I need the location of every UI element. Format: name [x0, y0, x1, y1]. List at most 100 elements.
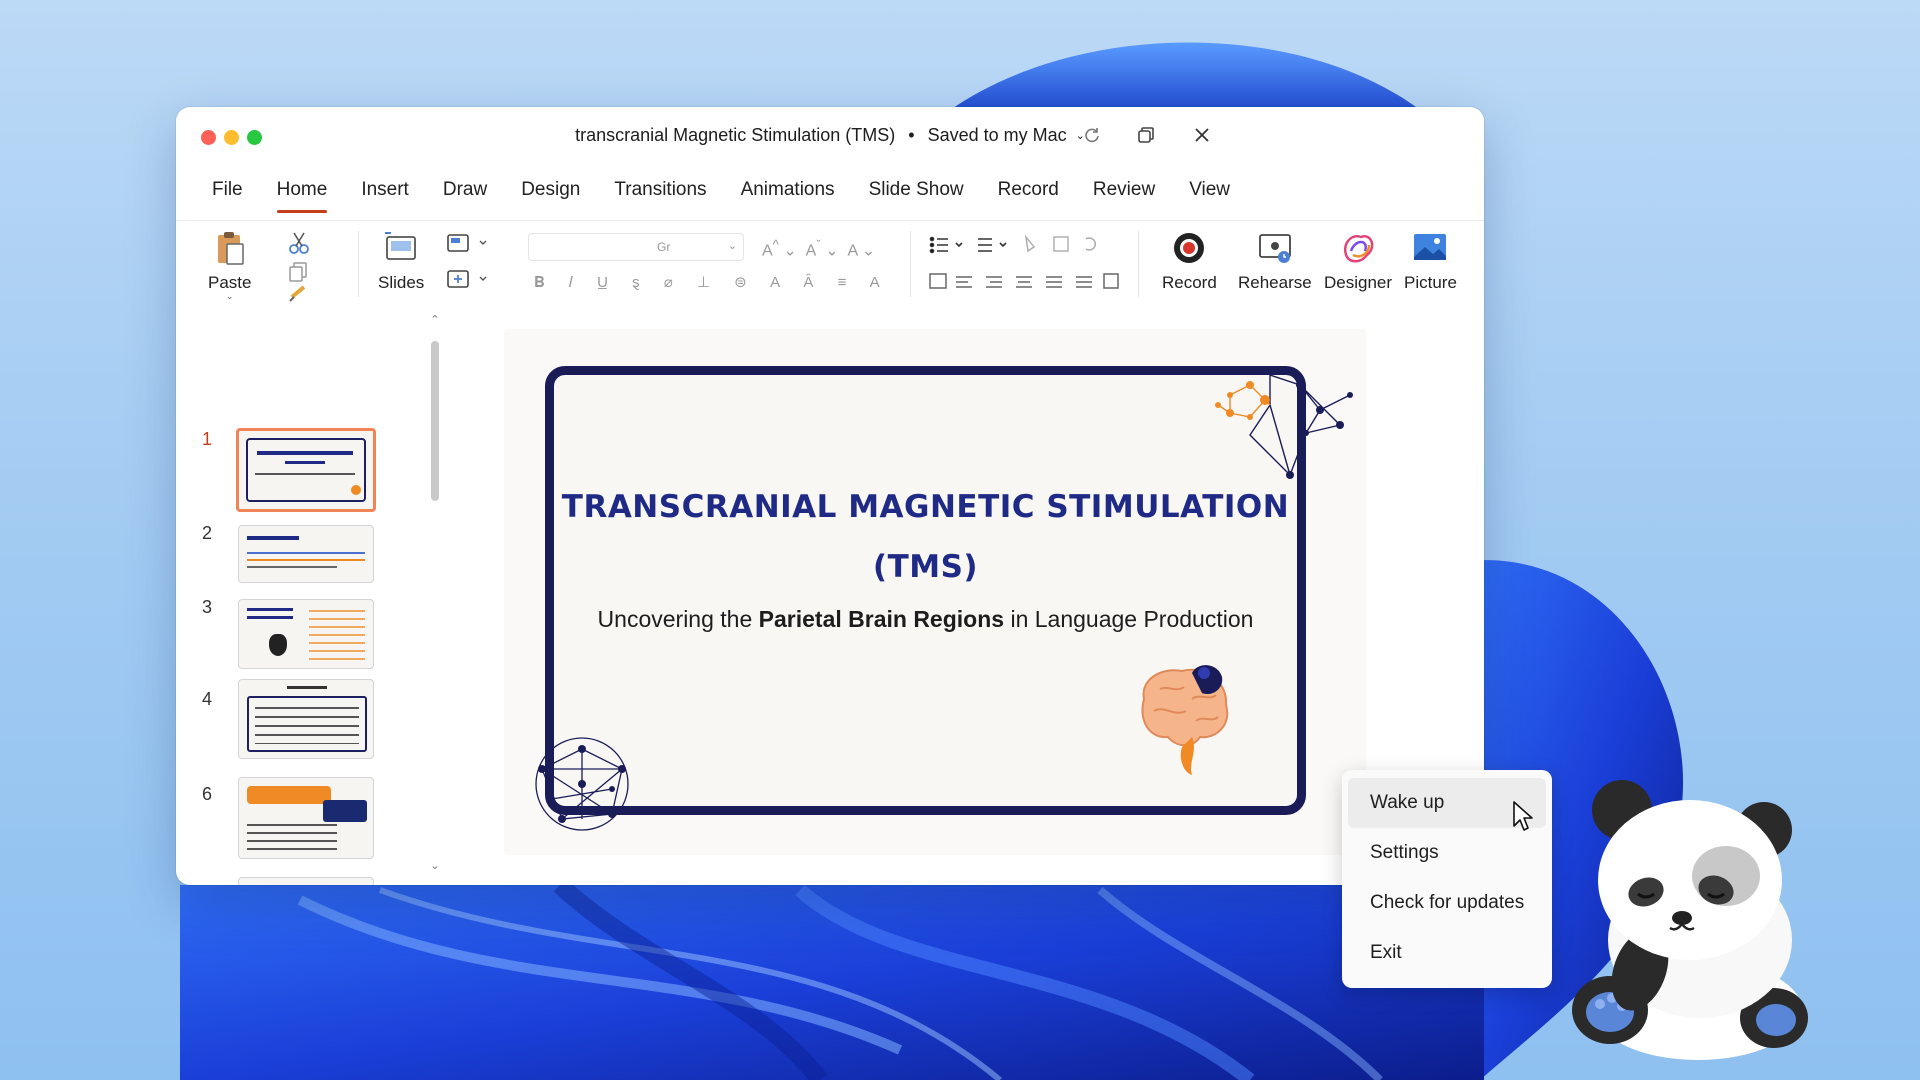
tab-file[interactable]: File	[212, 179, 243, 219]
tab-slide-show[interactable]: Slide Show	[869, 179, 964, 219]
ribbon-toolbar: Paste ⌄ Slides Gr ⌄ A^ ⌄ Aˇ ⌄ A ⌄ 𝐁 𝐼 U̲…	[176, 220, 1484, 310]
picture-label: Picture	[1404, 273, 1457, 292]
font-size-controls[interactable]: A^ ⌄ Aˇ ⌄ A ⌄	[762, 237, 875, 260]
slide-number: 4	[202, 689, 213, 709]
tab-view[interactable]: View	[1189, 179, 1230, 219]
tab-home[interactable]: Home	[276, 179, 327, 219]
ribbon-divider	[910, 231, 911, 297]
refresh-icon[interactable]	[1077, 121, 1107, 149]
slide-number: 6	[202, 784, 213, 804]
font-name-dropdown[interactable]: Gr ⌄	[528, 233, 744, 261]
record-button[interactable]: Record	[1162, 229, 1217, 293]
ribbon-divider	[358, 231, 359, 297]
thumbnail-text-block	[247, 824, 337, 852]
slide-number: 2	[202, 523, 213, 543]
rehearse-icon	[1258, 234, 1291, 263]
thumbnail-title-line	[287, 686, 327, 689]
slide-thumbnail-1[interactable]	[236, 428, 376, 512]
clipboard-icon	[217, 232, 244, 265]
menu-item-check-for-updates[interactable]: Check for updates	[1348, 878, 1546, 928]
slides-label: Slides	[378, 273, 425, 292]
copy-icon	[289, 262, 307, 282]
chevron-down-icon: ⌄	[225, 291, 234, 301]
tab-design[interactable]: Design	[521, 179, 580, 219]
slide-title[interactable]: TRANSCRANIAL MAGNETIC STIMULATION (TMS)	[554, 477, 1297, 597]
designer-label: Designer	[1324, 273, 1393, 292]
thumbnail-head-graphic	[269, 634, 287, 656]
slide-subtitle[interactable]: Uncovering the Parietal Brain Regions in…	[554, 606, 1297, 633]
slides-icon	[385, 232, 417, 260]
thumbnail-text-line	[247, 552, 365, 554]
designer-button[interactable]: Designer	[1324, 229, 1392, 293]
scroll-down-icon[interactable]: ⌄	[428, 859, 442, 872]
chevron-down-icon: ⌄	[727, 240, 737, 252]
document-title[interactable]: transcranial Magnetic Stimulation (TMS) …	[176, 125, 1484, 146]
ribbon-tabs: File Home Insert Draw Design Transitions…	[212, 179, 1264, 219]
thumbnail-text-block	[247, 696, 367, 752]
slide-canvas[interactable]: TRANSCRANIAL MAGNETIC STIMULATION (TMS) …	[504, 329, 1366, 855]
alignment-buttons[interactable]	[928, 271, 1128, 298]
restore-window-icon[interactable]	[1131, 121, 1161, 149]
subtitle-suffix: in Language Production	[1004, 606, 1254, 632]
font-name-value: Gr	[657, 240, 671, 254]
thumbnail-banner	[247, 786, 331, 804]
thumbnail-title-line	[285, 461, 325, 464]
thumbnail-title-line	[247, 616, 293, 619]
slide-thumbnail-7[interactable]	[238, 877, 374, 885]
thumbnail-frame	[246, 438, 366, 502]
powerpoint-window: transcranial Magnetic Stimulation (TMS) …	[176, 107, 1484, 885]
title-separator: •	[908, 125, 915, 145]
ribbon-divider	[1138, 231, 1139, 297]
tab-transitions[interactable]: Transitions	[614, 179, 706, 219]
paintbrush-icon	[289, 285, 306, 302]
bullets-button[interactable]	[928, 233, 1098, 262]
section-button[interactable]	[446, 269, 490, 296]
layout-icon	[447, 234, 487, 252]
paste-button[interactable]: Paste ⌄	[208, 229, 252, 301]
align-icon	[929, 273, 1119, 289]
cut-button[interactable]	[288, 231, 316, 260]
thumbnail-text-block	[309, 610, 365, 660]
panda-mascot-icon[interactable]	[1560, 760, 1820, 1060]
slide-thumbnail-3[interactable]	[238, 599, 374, 669]
new-slide-button[interactable]: Slides	[378, 229, 424, 293]
rehearse-button[interactable]: Rehearse	[1238, 229, 1312, 293]
scissors-icon	[289, 232, 309, 254]
thumbnail-scrollbar[interactable]: ⌃ ⌄	[428, 314, 442, 881]
format-painter-button[interactable]	[288, 283, 312, 308]
text-format-buttons[interactable]: 𝐁 𝐼 U̲ ȿ ⌀ ⊥ ⊜ A Ȃ ≡ A	[534, 273, 890, 291]
tab-insert[interactable]: Insert	[361, 179, 409, 219]
slide-thumbnail-panel: 1 2 3 4 6 ⌃ ⌄	[176, 311, 446, 885]
scrollbar-thumb[interactable]	[431, 341, 439, 501]
designer-icon	[1344, 234, 1374, 263]
slide-title-line-2: (TMS)	[872, 549, 979, 585]
layout-button[interactable]	[446, 233, 490, 260]
tab-animations[interactable]: Animations	[741, 179, 835, 219]
slide-number: 1	[202, 429, 213, 449]
thumbnail-text-line	[247, 566, 337, 568]
menu-item-settings[interactable]: Settings	[1348, 828, 1546, 878]
tab-draw[interactable]: Draw	[443, 179, 487, 219]
picture-icon	[1414, 234, 1447, 260]
thumbnail-image	[323, 800, 367, 822]
picture-button[interactable]: Picture	[1404, 229, 1457, 293]
thumbnail-title-line	[247, 536, 299, 540]
record-icon	[1174, 233, 1205, 263]
paste-label: Paste	[208, 273, 252, 292]
menu-item-exit[interactable]: Exit	[1348, 928, 1546, 978]
save-status: Saved to my Mac	[927, 125, 1067, 145]
close-icon[interactable]	[1187, 121, 1217, 149]
brain-tms-graphic	[1141, 665, 1229, 775]
slide-number: 3	[202, 597, 213, 617]
slide-title-line-1: TRANSCRANIAL MAGNETIC STIMULATION	[561, 489, 1290, 525]
subtitle-prefix: Uncovering the	[597, 606, 759, 632]
rehearse-label: Rehearse	[1238, 273, 1312, 292]
slide-thumbnail-2[interactable]	[238, 525, 374, 583]
slide-thumbnail-6[interactable]	[238, 777, 374, 859]
tab-review[interactable]: Review	[1093, 179, 1155, 219]
scroll-up-icon[interactable]: ⌃	[428, 313, 442, 326]
tab-record[interactable]: Record	[998, 179, 1059, 219]
thumbnail-text-line	[247, 559, 365, 561]
slide-thumbnail-4[interactable]	[238, 679, 374, 759]
record-label: Record	[1162, 273, 1217, 292]
